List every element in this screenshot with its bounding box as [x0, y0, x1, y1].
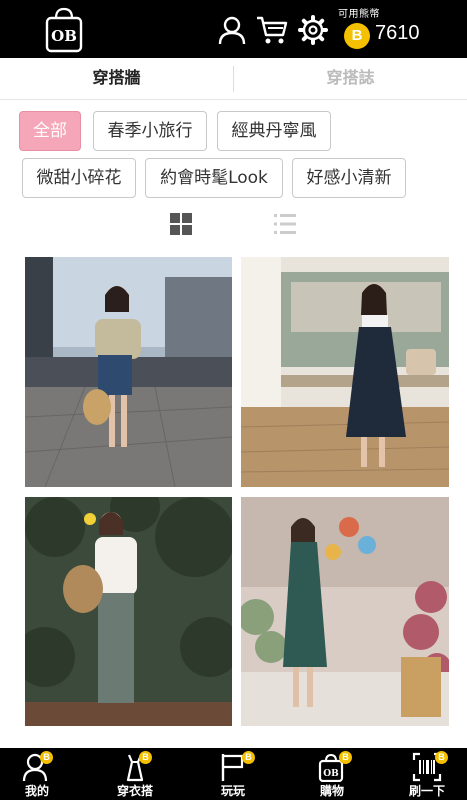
nav-item-scan[interactable]: B 刷一下 — [390, 748, 467, 800]
coin-balance: 7610 — [375, 22, 420, 44]
outfit-photo-1[interactable] — [25, 257, 232, 487]
grid-view-icon[interactable] — [169, 212, 193, 236]
nav-badge: B — [40, 751, 53, 764]
cart-icon[interactable] — [256, 14, 288, 46]
nav-item-play[interactable]: B 玩玩 — [196, 748, 289, 800]
filter-chip-denim[interactable]: 經典丹寧風 — [217, 111, 331, 151]
outfit-photo-3[interactable] — [25, 497, 232, 726]
nav-badge: B — [242, 751, 255, 764]
nav-item-outfits[interactable]: B 穿衣搭 — [96, 748, 189, 800]
user-icon[interactable] — [216, 14, 248, 46]
nav-label: 刷一下 — [408, 784, 445, 798]
filter-chip-fresh[interactable]: 好感小清新 — [292, 158, 406, 198]
tab-outfit-wall[interactable]: 穿搭牆 — [0, 58, 233, 100]
nav-label: 玩玩 — [220, 784, 245, 798]
nav-label: 我的 — [24, 784, 49, 798]
nav-badge: B — [139, 751, 152, 764]
nav-item-profile[interactable]: B 我的 — [0, 748, 93, 800]
outfit-photo-2[interactable] — [241, 257, 449, 487]
nav-item-shop[interactable]: OB B 購物 — [295, 748, 388, 800]
nav-badge: B — [435, 751, 448, 764]
top-bar: OB 可用熊幣 B 7610 — [0, 0, 467, 58]
nav-label: 穿衣搭 — [116, 784, 153, 798]
filter-chip-spring-trip[interactable]: 春季小旅行 — [93, 111, 207, 151]
logo-text: OB — [51, 27, 77, 45]
filter-chip-floral[interactable]: 微甜小碎花 — [22, 158, 136, 198]
outfit-photo-4[interactable] — [241, 497, 449, 726]
balance-label: 可用熊幣 — [338, 9, 380, 20]
filter-chip-all[interactable]: 全部 — [19, 111, 81, 151]
bottom-nav: B 我的 B 穿衣搭 B 玩玩 OB B 購物 B 刷一下 — [0, 748, 467, 800]
coin-icon: B — [344, 23, 370, 49]
gear-icon[interactable] — [297, 14, 329, 46]
svg-text:OB: OB — [323, 769, 339, 779]
content-tabs: 穿搭牆 穿搭誌 — [0, 58, 467, 100]
list-view-icon[interactable] — [273, 212, 297, 236]
filter-chip-date-look[interactable]: 約會時髦Look — [145, 158, 283, 198]
nav-badge: B — [339, 751, 352, 764]
nav-label: 購物 — [319, 784, 344, 798]
tab-outfit-magazine[interactable]: 穿搭誌 — [234, 58, 467, 100]
app-logo[interactable]: OB — [44, 6, 84, 54]
